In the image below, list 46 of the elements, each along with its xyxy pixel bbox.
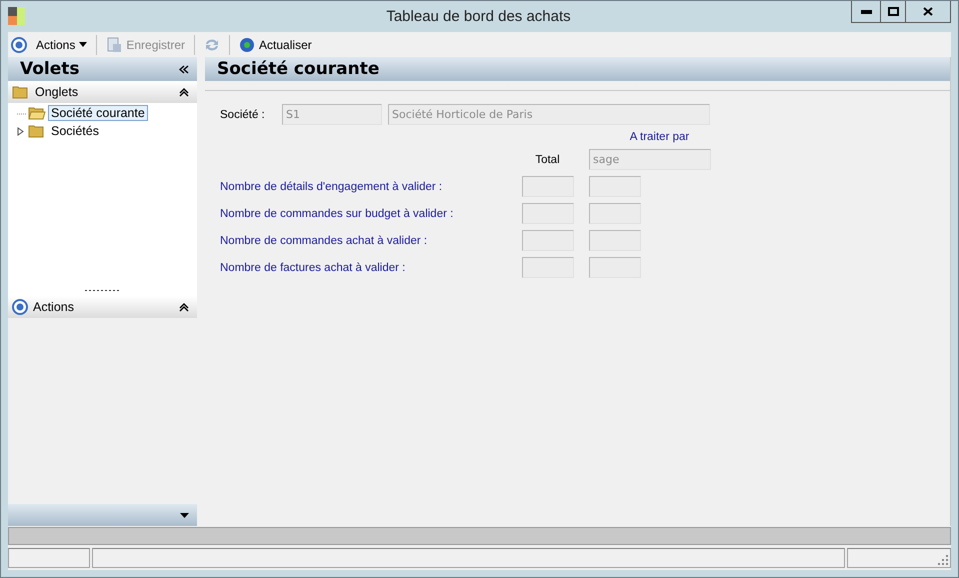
- row-label: Nombre de factures achat à valider :: [220, 262, 406, 274]
- column-header: A traiter par: [630, 131, 690, 143]
- collapse-icon[interactable]: [179, 64, 189, 74]
- folder-icon: [28, 124, 46, 138]
- save-icon: [106, 36, 122, 52]
- total-field[interactable]: [522, 257, 574, 278]
- chevron-icon[interactable]: [179, 302, 189, 312]
- section-header[interactable]: Onglets: [8, 81, 197, 103]
- toolbar-button[interactable]: Actualiser: [236, 34, 315, 54]
- folder-icon: [12, 85, 30, 99]
- column-header: Total: [535, 154, 560, 166]
- total-field[interactable]: [522, 230, 574, 251]
- tree-item[interactable]: Société courante: [48, 105, 148, 121]
- chevron-icon[interactable]: [179, 88, 189, 96]
- minimize-icon: [860, 10, 872, 14]
- total-field[interactable]: [522, 176, 574, 197]
- target-icon: [11, 36, 27, 52]
- app-icon: [8, 7, 26, 25]
- close-icon: [923, 7, 933, 16]
- actions-menu[interactable]: Actions: [33, 36, 90, 54]
- handler-count-field[interactable]: [589, 176, 641, 197]
- panel-title: Volets: [20, 59, 80, 79]
- scroll-bar[interactable]: [8, 527, 951, 545]
- handler-count-field[interactable]: [589, 203, 641, 224]
- folder-icon: [28, 106, 46, 120]
- handler-count-field[interactable]: [589, 257, 641, 278]
- dropdown-icon[interactable]: [180, 512, 189, 518]
- section-title: Onglets: [35, 85, 80, 99]
- caret-icon: [79, 42, 88, 47]
- splitter-grip[interactable]: [84, 289, 120, 292]
- row-label: Nombre de commandes sur budget à valider :: [220, 208, 454, 220]
- row-label: Nombre de commandes achat à valider :: [220, 234, 428, 246]
- expander-icon[interactable]: [16, 126, 26, 136]
- content-title: Société courante: [217, 59, 380, 79]
- refresh-icon: [239, 36, 256, 52]
- tree-item[interactable]: Sociétés: [48, 123, 102, 139]
- window-title: Tableau de bord des achats: [385, 8, 572, 25]
- target-icon: [12, 299, 28, 315]
- resize-grip-icon[interactable]: [938, 555, 948, 565]
- field-label: Société :: [220, 108, 266, 120]
- section-title: Actions: [33, 300, 75, 314]
- handler-count-field[interactable]: [589, 230, 641, 251]
- maximize-icon: [888, 7, 898, 16]
- total-field[interactable]: [522, 203, 574, 224]
- section-header[interactable]: Actions: [8, 296, 197, 318]
- row-label: Nombre de détails d'engagement à valider :: [220, 180, 444, 192]
